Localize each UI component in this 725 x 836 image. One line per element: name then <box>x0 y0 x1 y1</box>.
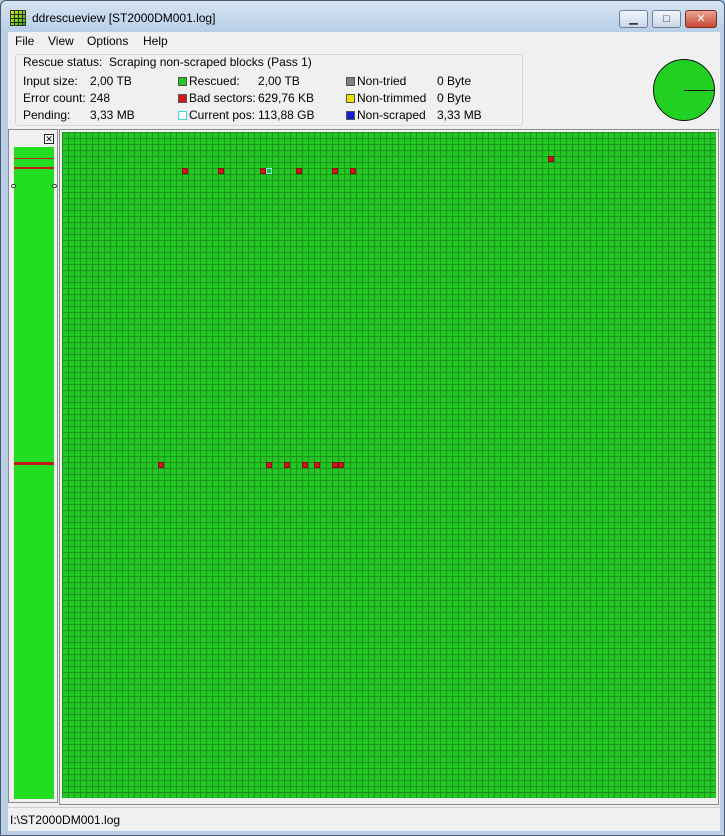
status-bar: I:\ST2000DM001.log <box>8 807 720 831</box>
pending-label: Pending: <box>23 108 71 122</box>
progress-pie-chart <box>653 59 715 121</box>
sidebar-close-icon[interactable]: ✕ <box>44 134 54 144</box>
input-size-label: Input size: <box>23 74 78 88</box>
rescued-swatch-icon <box>178 77 187 86</box>
pending-value: 3,33 MB <box>90 108 135 122</box>
menu-options[interactable]: Options <box>83 33 132 49</box>
bad-sector-block <box>548 156 554 162</box>
bad-sector-block <box>302 462 308 468</box>
overview-sidebar: ✕ <box>8 129 58 803</box>
current-pos-label: Current pos: <box>189 108 256 122</box>
menu-bar: File View Options Help <box>8 32 720 50</box>
bad-sector-block <box>332 168 338 174</box>
bad-sectors-label: Bad sectors: <box>189 91 256 105</box>
app-grid-icon <box>10 10 26 26</box>
overview-left-handle[interactable] <box>11 184 16 188</box>
non-trimmed-swatch-icon <box>346 94 355 103</box>
non-scraped-label: Non-scraped <box>357 108 426 122</box>
non-trimmed-label: Non-trimmed <box>357 91 427 105</box>
close-button[interactable]: ✕ <box>685 10 717 28</box>
minimize-button[interactable]: ▁ <box>619 10 648 28</box>
non-trimmed-value: 0 Byte <box>437 91 472 105</box>
current-pos-value: 113,88 GB <box>258 108 315 122</box>
input-size-value: 2,00 TB <box>90 74 132 88</box>
overview-bad-marker <box>14 462 54 465</box>
rescue-status-label: Rescue status: <box>23 55 103 69</box>
bad-sector-block <box>338 462 344 468</box>
non-tried-label: Non-tried <box>357 74 407 88</box>
bad-sector-block <box>266 462 272 468</box>
non-scraped-swatch-icon <box>346 111 355 120</box>
menu-help[interactable]: Help <box>139 33 172 49</box>
bad-sector-block <box>218 168 224 174</box>
status-file-path: I:\ST2000DM001.log <box>10 813 121 827</box>
block-map-panel <box>59 129 719 805</box>
title-bar[interactable]: ddrescueview [ST2000DM001.log] ▁ □ ✕ <box>1 1 724 32</box>
menu-view[interactable]: View <box>44 33 78 49</box>
non-scraped-value: 3,33 MB <box>437 108 482 122</box>
rescue-info-panel: Rescue status: Scraping non-scraped bloc… <box>15 54 523 126</box>
rescued-label: Rescued: <box>189 74 240 88</box>
error-count-label: Error count: <box>23 91 86 105</box>
bad-sectors-swatch-icon <box>178 94 187 103</box>
error-count-value: 248 <box>90 91 111 105</box>
app-window: ddrescueview [ST2000DM001.log] ▁ □ ✕ Fil… <box>0 0 725 836</box>
bad-sector-block <box>350 168 356 174</box>
bad-sector-block <box>296 168 302 174</box>
overview-block-strip[interactable] <box>11 147 57 799</box>
non-tried-swatch-icon <box>346 77 355 86</box>
rescue-status-value: Scraping non-scraped blocks (Pass 1) <box>109 55 312 69</box>
pie-position-needle <box>684 90 715 91</box>
client-area: File View Options Help Rescue status: Sc… <box>8 32 720 831</box>
bad-sectors-value: 629,76 KB <box>258 91 315 105</box>
non-tried-value: 0 Byte <box>437 74 472 88</box>
overview-right-handle[interactable] <box>52 184 57 188</box>
bad-sector-block <box>314 462 320 468</box>
block-map-grid[interactable] <box>62 132 716 798</box>
overview-position-bar <box>14 167 54 169</box>
menu-file[interactable]: File <box>11 33 38 49</box>
current-pos-swatch-icon <box>178 111 187 120</box>
bad-sector-block <box>284 462 290 468</box>
current-position-block <box>266 168 272 174</box>
maximize-button[interactable]: □ <box>652 10 681 28</box>
bad-sector-block <box>158 462 164 468</box>
window-title: ddrescueview [ST2000DM001.log] <box>32 11 216 25</box>
overview-bad-marker <box>14 158 54 159</box>
rescued-value: 2,00 TB <box>258 74 300 88</box>
bad-sector-block <box>182 168 188 174</box>
